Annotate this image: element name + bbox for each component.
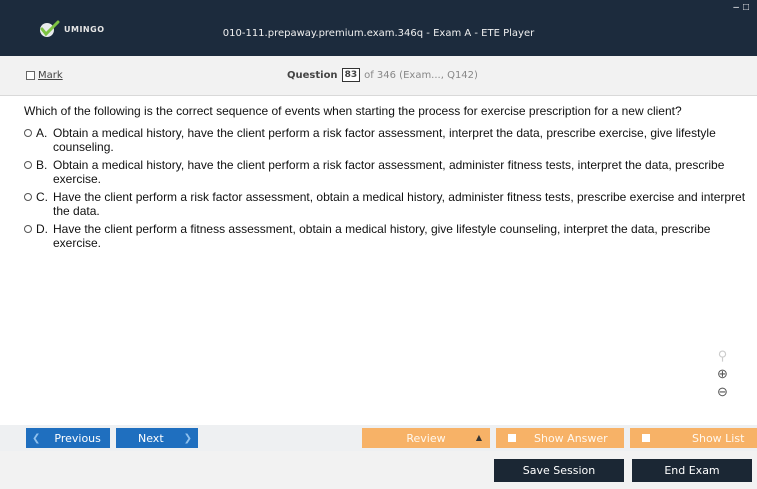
option-text: Obtain a medical history, have the clien… <box>53 158 725 186</box>
question-counter: Question 83 of 346 (Exam..., Q142) <box>287 68 478 82</box>
radio-icon[interactable] <box>24 193 32 201</box>
option-letter: A. <box>36 126 48 140</box>
navigation-bar: ❮ Previous Next ❯ Review ▲ Show Answer S… <box>0 425 757 451</box>
maximize-button[interactable]: □ <box>743 2 749 13</box>
option-text: Obtain a medical history, have the clien… <box>53 126 716 154</box>
mark-checkbox[interactable]: Mark <box>26 70 63 81</box>
zoom-in-icon[interactable]: ⊕ <box>717 367 728 380</box>
save-session-button[interactable]: Save Session <box>494 459 624 482</box>
question-content: Which of the following is the correct se… <box>24 104 750 254</box>
chevron-right-icon: ❯ <box>183 432 192 444</box>
review-button[interactable]: Review ▲ <box>362 428 490 448</box>
option-text: Have the client perform a fitness assess… <box>53 222 711 250</box>
chevron-left-icon: ❮ <box>32 432 41 444</box>
option-letter: D. <box>36 222 48 236</box>
review-label: Review <box>406 431 446 445</box>
zoom-out-icon[interactable]: ⊖ <box>717 385 728 398</box>
question-total: of 346 (Exam..., Q142) <box>364 69 478 81</box>
radio-icon[interactable] <box>24 129 32 137</box>
search-icon[interactable]: ⚲ <box>718 349 728 362</box>
option-text: Have the client perform a risk factor as… <box>53 190 746 218</box>
show-answer-label: Show Answer <box>534 431 608 445</box>
checkbox-icon[interactable] <box>642 434 650 442</box>
previous-button[interactable]: ❮ Previous <box>26 428 110 448</box>
end-exam-button[interactable]: End Exam <box>632 459 752 482</box>
mark-label[interactable]: Mark <box>38 70 63 81</box>
window-controls: – □ <box>733 2 749 13</box>
next-label: Next <box>138 431 164 445</box>
window-title: 010-111.prepaway.premium.exam.346q - Exa… <box>222 28 535 39</box>
show-list-toggle[interactable]: Show List <box>630 428 757 448</box>
minimize-button[interactable]: – <box>733 2 739 13</box>
radio-icon[interactable] <box>24 161 32 169</box>
show-answer-toggle[interactable]: Show Answer <box>496 428 624 448</box>
option-letter: B. <box>36 158 48 172</box>
footer-bar: Save Session End Exam <box>0 451 757 489</box>
option-letter: C. <box>36 190 48 204</box>
checkbox-icon[interactable] <box>26 71 35 80</box>
question-text: Which of the following is the correct se… <box>24 104 682 118</box>
answer-option-c[interactable]: C. Have the client perform a risk factor… <box>24 190 750 218</box>
question-number-input[interactable]: 83 <box>341 68 361 82</box>
question-label: Question <box>287 69 338 81</box>
next-button[interactable]: Next ❯ <box>116 428 198 448</box>
zoom-controls: ⚲ ⊕ ⊖ <box>717 349 728 398</box>
title-bar: UMINGO 010-111.prepaway.premium.exam.346… <box>0 0 757 56</box>
radio-icon[interactable] <box>24 225 32 233</box>
answer-option-b[interactable]: B. Obtain a medical history, have the cl… <box>24 158 750 186</box>
answer-option-a[interactable]: A. Obtain a medical history, have the cl… <box>24 126 750 154</box>
question-header-bar: Mark Question 83 of 346 (Exam..., Q142) <box>0 56 757 96</box>
answer-option-d[interactable]: D. Have the client perform a fitness ass… <box>24 222 750 250</box>
caret-up-icon: ▲ <box>475 433 482 442</box>
previous-label: Previous <box>54 431 101 445</box>
show-list-label: Show List <box>692 431 745 445</box>
checkbox-icon[interactable] <box>508 434 516 442</box>
